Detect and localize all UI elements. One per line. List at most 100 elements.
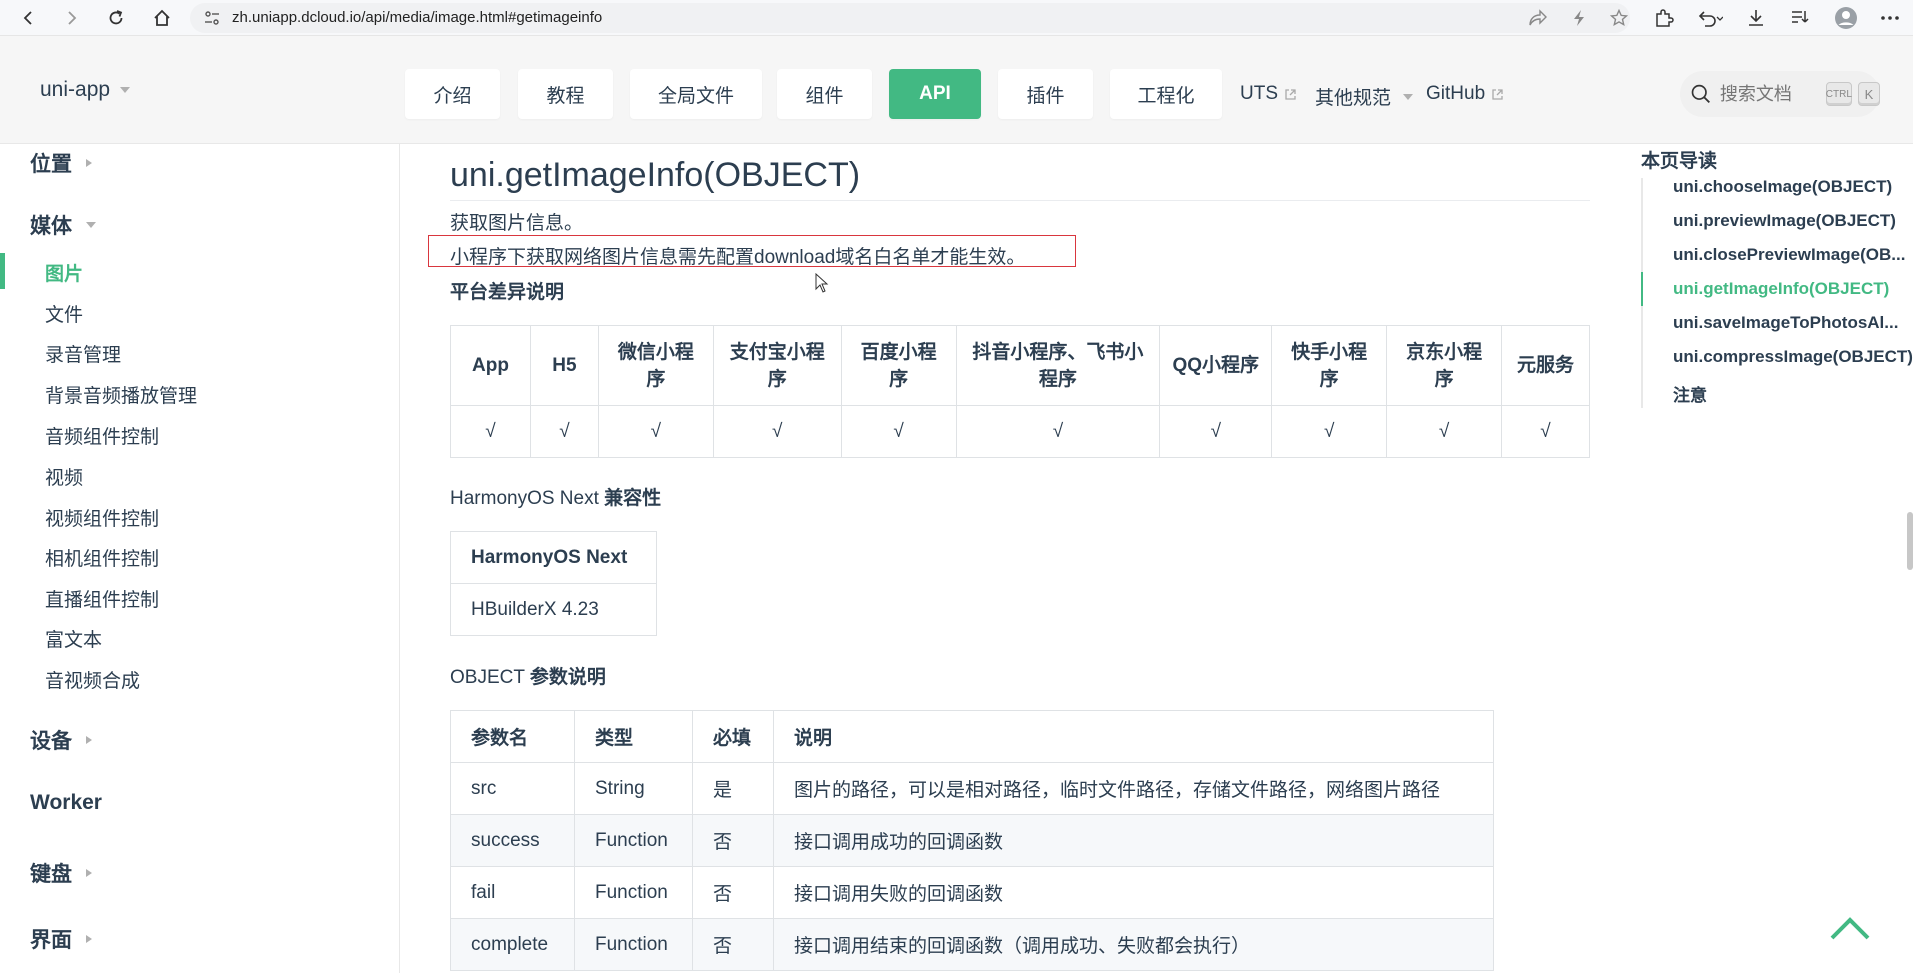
table-header-cell: 百度小程序	[840, 325, 957, 406]
lightning-icon[interactable]	[1570, 9, 1588, 27]
sidebar-group-label: 设备	[30, 730, 72, 753]
harmony-heading-compat: 兼容性	[604, 488, 662, 509]
nav-uts-label: UTS	[1240, 83, 1278, 104]
toc-item[interactable]: uni.chooseImage(OBJECT)	[1673, 177, 1913, 197]
sidebar-group-media[interactable]: 媒体	[30, 210, 96, 240]
harmony-heading: HarmonyOS Next 兼容性	[450, 483, 661, 510]
more-icon[interactable]	[1876, 6, 1904, 30]
sidebar-group-device[interactable]: 设备	[30, 725, 92, 755]
nav-other-specs[interactable]: 其他规范	[1315, 83, 1414, 110]
nav-tutorial[interactable]: 教程	[518, 69, 613, 119]
table-header-row: HarmonyOS Next	[450, 531, 657, 584]
table-cell: √	[955, 405, 1161, 458]
table-cell: String	[574, 762, 693, 815]
table-cell: 接口调用结束的回调函数（调用成功、失败都会执行）	[773, 918, 1494, 971]
sidebar-group-label: 界面	[30, 929, 72, 952]
sidebar-item-live-context[interactable]: 直播组件控制	[45, 585, 159, 612]
table-row: complete Function 否 接口调用结束的回调函数（调用成功、失败都…	[450, 918, 1494, 971]
table-cell: √	[597, 405, 714, 458]
nav-global-files[interactable]: 全局文件	[630, 69, 762, 119]
table-header-cell: App	[450, 325, 531, 406]
caret-right-icon	[86, 869, 92, 877]
nav-uts[interactable]: UTS	[1240, 83, 1297, 105]
home-icon[interactable]	[148, 6, 176, 30]
table-cell: 接口调用成功的回调函数	[773, 814, 1494, 867]
sidebar: 位置 媒体 图片 文件 录音管理 背景音频播放管理 音频组件控制 视频 视频组件…	[0, 144, 400, 973]
table-cell: HBuilderX 4.23	[450, 583, 657, 636]
caret-right-icon	[86, 935, 92, 943]
toc-item[interactable]: 注意	[1673, 381, 1913, 406]
star-icon[interactable]	[1610, 9, 1628, 27]
sidebar-group-ui[interactable]: 界面	[30, 924, 92, 954]
extensions-icon[interactable]	[1650, 6, 1678, 30]
table-cell: √	[529, 405, 599, 458]
toc-item[interactable]: uni.closePreviewImage(OB...	[1673, 245, 1913, 265]
nav-components[interactable]: 组件	[777, 69, 872, 119]
sidebar-group-keyboard[interactable]: 键盘	[30, 858, 92, 888]
sidebar-item-bg-audio[interactable]: 背景音频播放管理	[45, 381, 197, 408]
kbd-k: K	[1857, 82, 1880, 106]
share-icon[interactable]	[1528, 9, 1548, 27]
back-to-top-button[interactable]	[1828, 914, 1872, 942]
toc-item[interactable]: uni.saveImageToPhotosAl...	[1673, 313, 1913, 333]
site-info-icon[interactable]	[204, 10, 220, 26]
nav-engineering[interactable]: 工程化	[1110, 69, 1222, 119]
url-text: zh.uniapp.dcloud.io/api/media/image.html…	[232, 9, 603, 26]
toc-item[interactable]: uni.previewImage(OBJECT)	[1673, 211, 1913, 231]
sidebar-item-camera-context[interactable]: 相机组件控制	[45, 544, 159, 571]
search-icon	[1691, 84, 1710, 104]
address-bar[interactable]: zh.uniapp.dcloud.io/api/media/image.html…	[190, 3, 1630, 33]
highlight-annotation	[428, 235, 1076, 267]
back-icon[interactable]	[14, 6, 42, 30]
search-box[interactable]: CTRL K	[1680, 71, 1880, 117]
nav-github[interactable]: GitHub	[1426, 83, 1504, 105]
reload-icon[interactable]	[102, 6, 130, 30]
external-link-icon	[1285, 88, 1296, 100]
sidebar-item-video[interactable]: 视频	[45, 463, 83, 490]
sidebar-item-image[interactable]: 图片	[45, 259, 83, 286]
sidebar-item-rich-text[interactable]: 富文本	[45, 625, 102, 652]
table-cell: √	[1386, 405, 1503, 458]
table-cell: √	[1159, 405, 1273, 458]
nav-api[interactable]: API	[889, 69, 981, 119]
sidebar-item-av-editor[interactable]: 音视频合成	[45, 666, 140, 693]
collections-icon[interactable]	[1786, 6, 1814, 30]
table-cell: Function	[574, 866, 693, 919]
table-cell: 是	[692, 762, 774, 815]
site-header: uni-app 介绍 教程 全局文件 组件 API 插件 工程化 UTS 其他规…	[0, 36, 1913, 144]
scrollbar-thumb[interactable]	[1907, 512, 1913, 570]
forward-icon[interactable]	[58, 6, 86, 30]
table-cell: src	[450, 762, 575, 815]
table-cell: Function	[574, 814, 693, 867]
sidebar-active-indicator	[0, 253, 5, 289]
caret-down-icon	[1403, 93, 1414, 100]
brand-menu[interactable]: uni-app	[40, 78, 131, 102]
table-header-cell: 快手小程序	[1271, 325, 1388, 406]
nav-github-label: GitHub	[1426, 83, 1486, 104]
table-cell: success	[450, 814, 575, 867]
sidebar-item-recorder[interactable]: 录音管理	[45, 340, 121, 367]
platform-table: App H5 微信小程序 支付宝小程序 百度小程序 抖音小程序、飞书小程序 QQ…	[450, 325, 1590, 458]
caret-down-icon	[86, 222, 96, 228]
sidebar-group-location[interactable]: 位置	[30, 148, 92, 178]
sidebar-item-audio-context[interactable]: 音频组件控制	[45, 422, 159, 449]
toc-active-indicator	[1641, 272, 1643, 306]
undo-icon[interactable]	[1696, 6, 1724, 30]
table-cell: 否	[692, 866, 774, 919]
table-cell: 否	[692, 814, 774, 867]
download-icon[interactable]	[1742, 6, 1770, 30]
harmony-table: HarmonyOS Next HBuilderX 4.23	[450, 531, 657, 636]
toc-item-active[interactable]: uni.getImageInfo(OBJECT)	[1673, 279, 1913, 299]
sidebar-item-file[interactable]: 文件	[45, 300, 83, 327]
table-row: src String 是 图片的路径，可以是相对路径，临时文件路径，存储文件路径…	[450, 762, 1494, 815]
toc-item[interactable]: uni.compressImage(OBJECT)	[1673, 347, 1913, 367]
platform-diff-heading: 平台差异说明	[450, 282, 565, 303]
profile-icon[interactable]	[1832, 6, 1860, 30]
nav-plugins[interactable]: 插件	[998, 69, 1093, 119]
title-divider	[450, 200, 1590, 201]
nav-intro[interactable]: 介绍	[405, 69, 500, 119]
sidebar-group-worker[interactable]: Worker	[30, 791, 102, 815]
sidebar-item-video-context[interactable]: 视频组件控制	[45, 504, 159, 531]
nav-other-label: 其他规范	[1315, 88, 1392, 109]
search-input[interactable]	[1719, 83, 1820, 105]
